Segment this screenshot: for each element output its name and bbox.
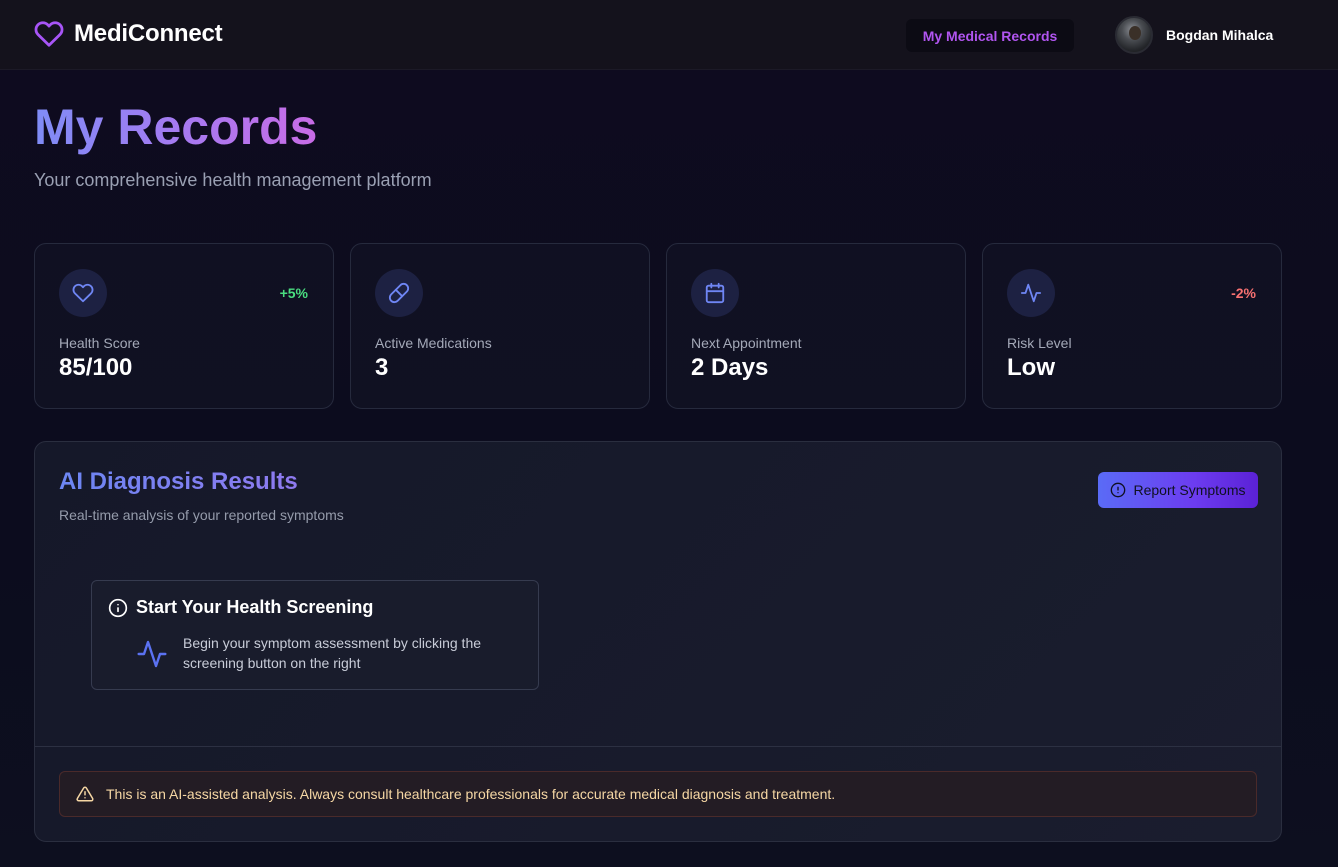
stat-icon-container (1007, 269, 1055, 317)
stat-value: 3 (375, 354, 389, 381)
stat-value: 2 Days (691, 354, 769, 381)
brand-logo[interactable]: MediConnect (34, 19, 223, 49)
warning-triangle-icon (76, 786, 94, 802)
stat-label: Active Medications (375, 335, 492, 351)
screening-title: Start Your Health Screening (136, 597, 374, 617)
ai-diagnosis-panel: AI Diagnosis Results Real-time analysis … (34, 441, 1282, 842)
stat-card-active-medications: Active Medications 3 (350, 243, 650, 409)
screening-description: Begin your symptom assessment by clickin… (183, 635, 482, 671)
stat-icon-container (691, 269, 739, 317)
stat-card-risk-level: -2% Risk Level Low (982, 243, 1282, 409)
page-title: My Records (34, 96, 317, 158)
avatar[interactable] (1115, 16, 1153, 54)
brand-name: MediConnect (74, 20, 223, 47)
nav-link-medical-records[interactable]: My Medical Records (906, 19, 1074, 52)
stat-change: +5% (279, 285, 308, 301)
stat-icon-container (375, 269, 423, 317)
pill-icon (388, 282, 410, 304)
health-screening-card: Start Your Health Screening Begin your s… (91, 580, 539, 690)
stat-card-next-appointment: Next Appointment 2 Days (666, 243, 966, 409)
stat-change: -2% (1231, 285, 1256, 301)
activity-icon (1020, 283, 1042, 303)
top-navbar: MediConnect My Medical Records Bogdan Mi… (0, 0, 1338, 70)
calendar-icon (705, 282, 725, 304)
stat-card-health-score: +5% Health Score 85/100 (34, 243, 334, 409)
heart-icon (72, 283, 94, 303)
stat-value: Low (1007, 354, 1055, 381)
divider (35, 746, 1281, 747)
screening-header: Start Your Health Screening (108, 597, 373, 618)
user-name: Bogdan Mihalca (1166, 27, 1274, 43)
stat-label: Health Score (59, 335, 140, 351)
alert-circle-icon (1111, 482, 1126, 498)
report-symptoms-label: Report Symptoms (1133, 482, 1246, 498)
user-menu[interactable]: Bogdan Mihalca (1115, 16, 1273, 54)
report-symptoms-button[interactable]: Report Symptoms (1098, 472, 1258, 508)
page-subtitle: Your comprehensive health management pla… (34, 170, 432, 190)
activity-icon (137, 640, 167, 668)
heart-icon (34, 21, 64, 47)
ai-disclaimer-banner: This is an AI-assisted analysis. Always … (59, 771, 1257, 817)
info-icon (108, 598, 128, 617)
stat-value: 85/100 (59, 354, 133, 381)
stat-label: Risk Level (1007, 335, 1072, 351)
diagnosis-subtitle: Real-time analysis of your reported symp… (59, 507, 344, 523)
disclaimer-text: This is an AI-assisted analysis. Always … (106, 786, 836, 802)
diagnosis-title: AI Diagnosis Results (59, 468, 298, 495)
stat-icon-container (59, 269, 107, 317)
stat-label: Next Appointment (691, 335, 802, 351)
